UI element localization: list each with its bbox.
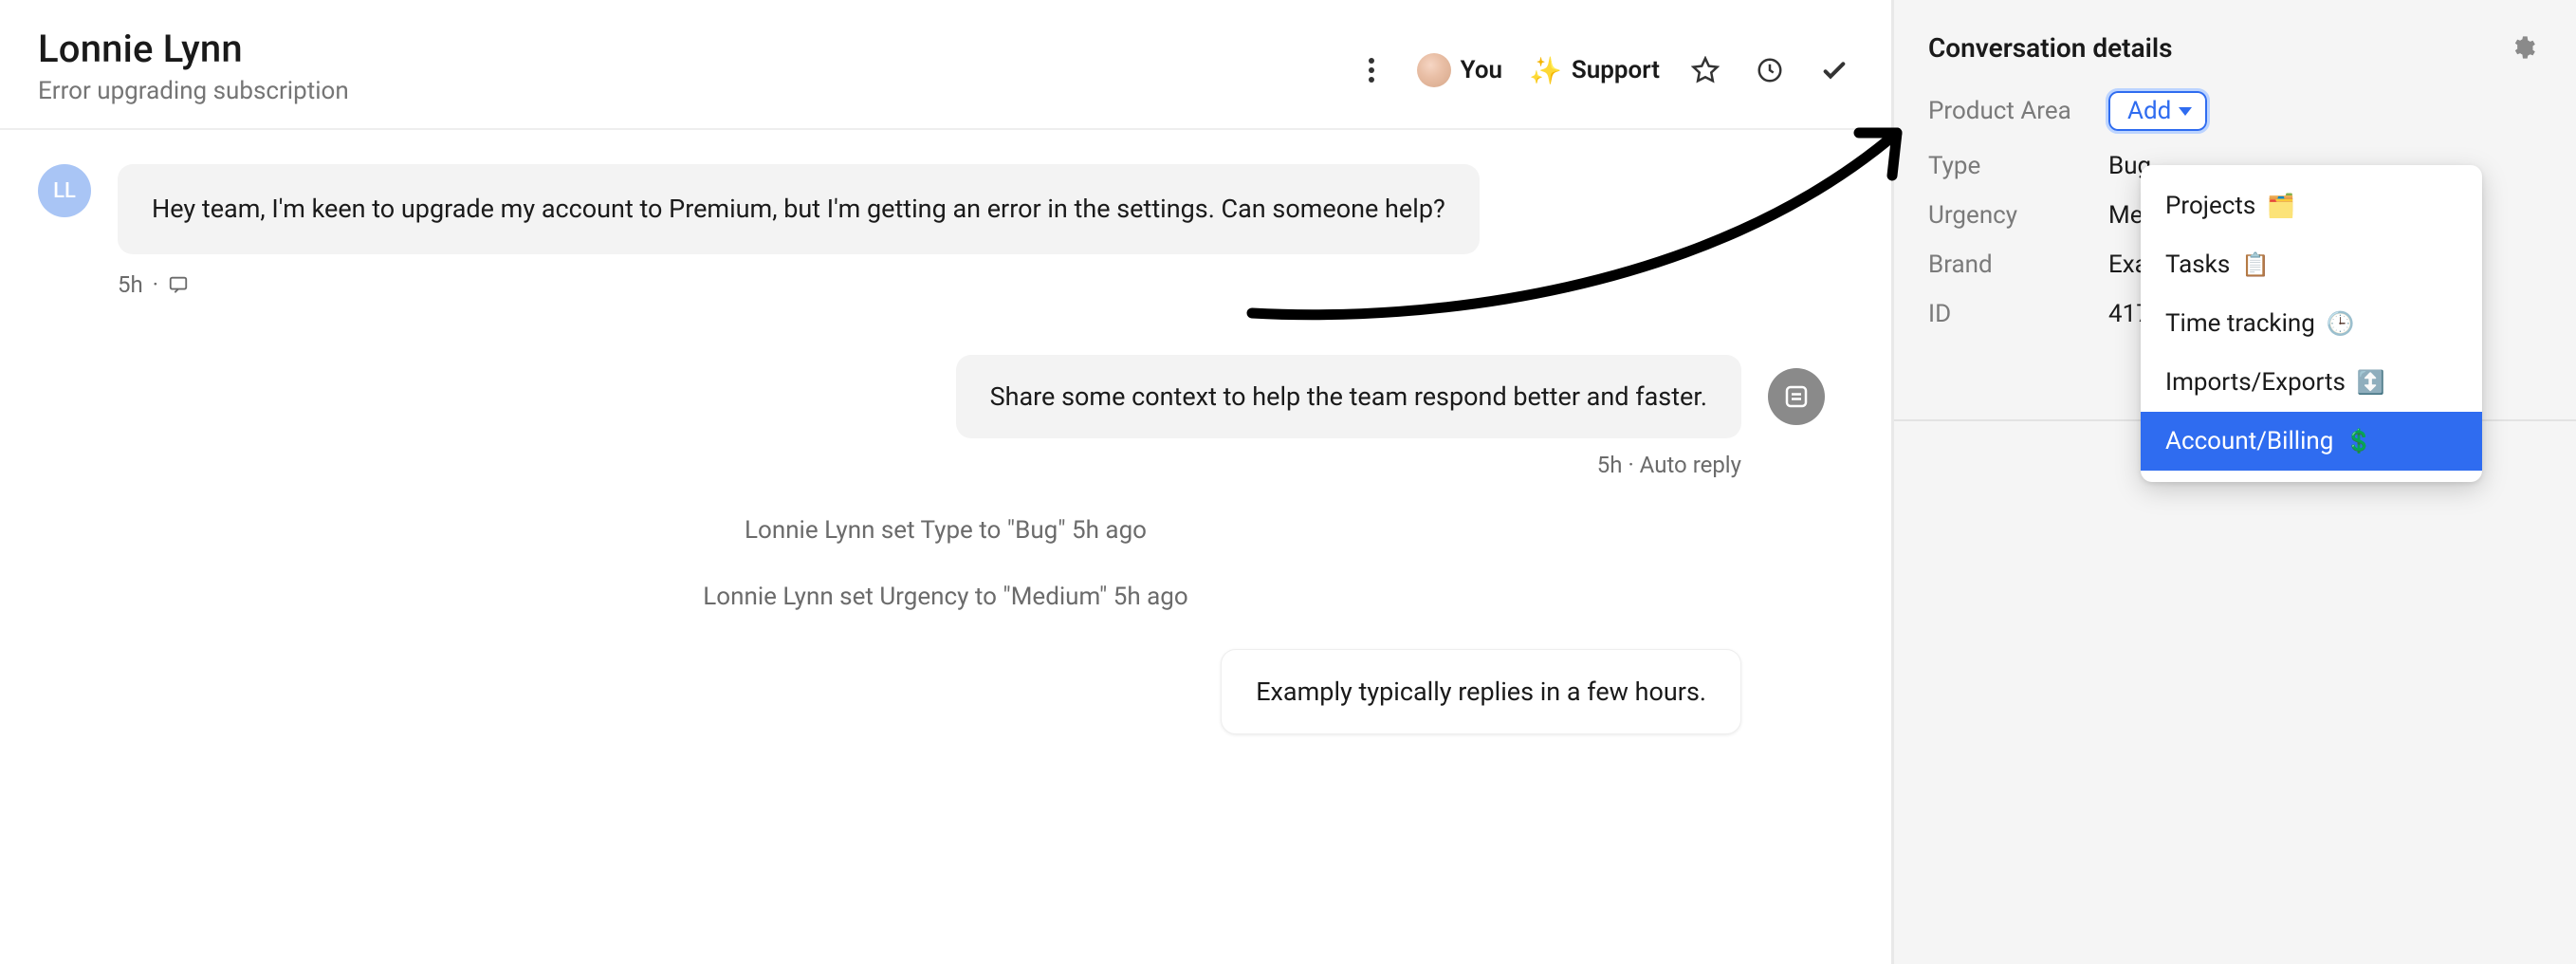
clock-icon: 🕒 [2327, 310, 2355, 337]
dollar-icon: 💲 [2345, 428, 2373, 454]
dropdown-item-time-tracking[interactable]: Time tracking 🕒 [2141, 294, 2482, 353]
dropdown-item-label: Time tracking [2165, 309, 2315, 338]
contact-name: Lonnie Lynn [38, 27, 349, 71]
dropdown-item-label: Account/Billing [2165, 427, 2333, 455]
conversation-details-sidebar: Conversation details Product Area Add Ty… [1893, 0, 2576, 964]
conversation-subject: Error upgrading subscription [38, 77, 349, 105]
dropdown-item-label: Tasks [2165, 250, 2230, 279]
clock-icon [1756, 56, 1784, 84]
header-actions: You ✨ Support [1352, 51, 1853, 89]
snooze-button[interactable] [1751, 51, 1789, 89]
customer-message: LL Hey team, I'm keen to upgrade my acco… [38, 164, 1853, 254]
chat-icon [168, 274, 189, 295]
dropdown-item-projects[interactable]: Projects 🗂️ [2141, 176, 2482, 235]
sidebar-settings-button[interactable] [2504, 28, 2542, 66]
gear-icon [2510, 34, 2536, 61]
conversation-thread: LL Hey team, I'm keen to upgrade my acco… [0, 130, 1891, 734]
auto-reply-body: Share some context to help the team resp… [956, 355, 1741, 438]
customer-message-body: Hey team, I'm keen to upgrade my account… [118, 164, 1480, 254]
reply-time-hint: Examply typically replies in a few hours… [38, 649, 1741, 734]
assignee-you[interactable]: You [1417, 53, 1502, 87]
add-label: Add [2127, 97, 2171, 125]
event-type-set: Lonnie Lynn set Type to "Bug" 5h ago [38, 516, 1853, 545]
more-menu-button[interactable] [1352, 51, 1390, 89]
dropdown-item-account-billing[interactable]: Account/Billing 💲 [2141, 412, 2482, 471]
you-avatar [1417, 53, 1451, 87]
dropdown-item-tasks[interactable]: Tasks 📋 [2141, 235, 2482, 294]
star-button[interactable] [1686, 51, 1724, 89]
auto-reply-meta: 5h · Auto reply [38, 452, 1741, 478]
sidebar-title: Conversation details [1928, 32, 2173, 64]
folder-icon: 🗂️ [2267, 193, 2295, 219]
kebab-icon [1368, 57, 1375, 83]
auto-reply-message: Share some context to help the team resp… [38, 355, 1825, 438]
sparkle-icon: ✨ [1529, 55, 1562, 86]
dropdown-item-imports-exports[interactable]: Imports/Exports ↕️ [2141, 353, 2482, 412]
close-button[interactable] [1815, 51, 1853, 89]
assignee-support[interactable]: ✨ Support [1529, 55, 1660, 86]
product-area-dropdown: Projects 🗂️ Tasks 📋 Time tracking 🕒 Impo… [2141, 165, 2482, 482]
note-icon [1782, 382, 1811, 411]
product-area-add-button[interactable]: Add [2108, 91, 2207, 131]
chevron-down-icon [2179, 107, 2192, 116]
check-icon [1819, 55, 1849, 85]
customer-message-meta: 5h · [118, 271, 1853, 298]
support-label: Support [1572, 56, 1660, 84]
field-product-area: Product Area Add [1928, 91, 2542, 131]
customer-avatar: LL [38, 164, 91, 217]
conversation-header: Lonnie Lynn Error upgrading subscription… [0, 0, 1891, 130]
arrows-icon: ↕️ [2357, 369, 2385, 396]
event-urgency-set: Lonnie Lynn set Urgency to "Medium" 5h a… [38, 583, 1853, 611]
star-icon [1691, 56, 1720, 84]
auto-reply-avatar [1768, 368, 1825, 425]
dropdown-item-label: Projects [2165, 192, 2255, 220]
message-time: 5h [118, 271, 143, 298]
clipboard-icon: 📋 [2241, 251, 2270, 278]
you-label: You [1461, 56, 1502, 84]
conversation-main: Lonnie Lynn Error upgrading subscription… [0, 0, 1893, 964]
reply-time-hint-text: Examply typically replies in a few hours… [1221, 649, 1741, 734]
dropdown-item-label: Imports/Exports [2165, 368, 2346, 397]
field-label: Product Area [1928, 97, 2089, 125]
